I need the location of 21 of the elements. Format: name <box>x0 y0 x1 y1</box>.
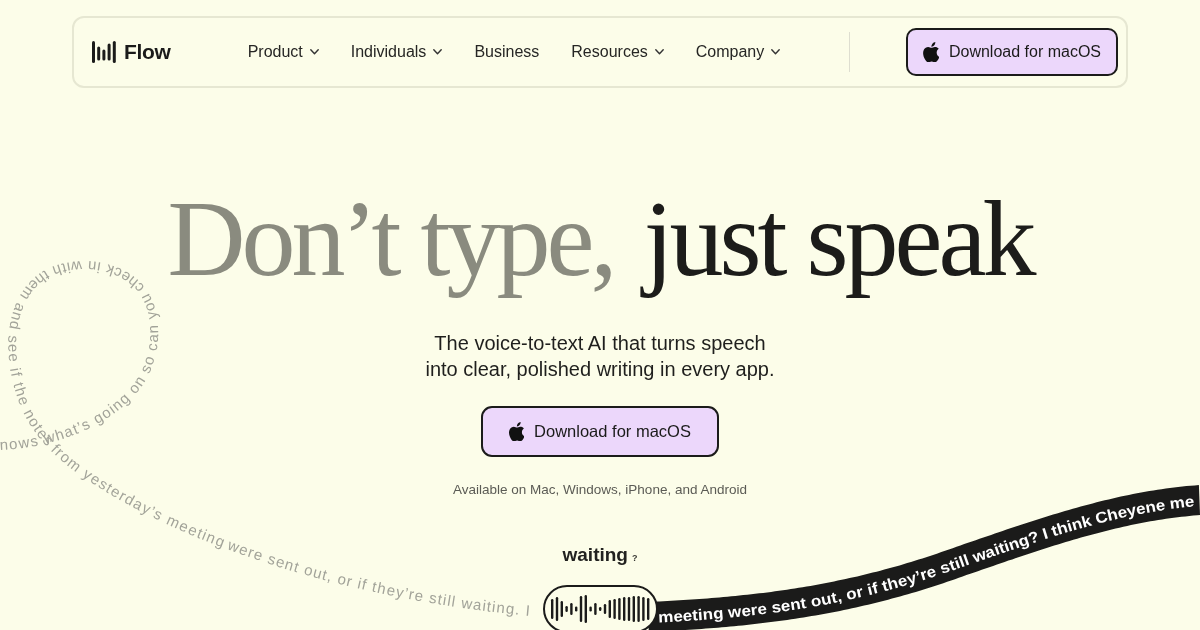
ribbon-text: I think Cheyene me <box>1040 492 1194 542</box>
bars-icon <box>92 41 116 63</box>
transcript-word: waiting <box>562 543 628 567</box>
logo-link[interactable]: Flow <box>92 40 171 64</box>
subtitle-text: The voice-to-text AI that turns speech into clear, polished writing in every app. <box>424 331 776 382</box>
download-button[interactable]: Download for macOS <box>481 406 719 457</box>
nav-link[interactable]: Product <box>247 43 319 61</box>
headline-text: Don’t type, <box>166 178 615 300</box>
nav-link[interactable]: Individuals <box>350 43 443 61</box>
headline-text: just speak <box>635 174 1041 304</box>
apple-icon <box>509 421 525 442</box>
availability-text: Available on Mac, Windows, iPhone, and Android <box>453 482 747 498</box>
waveform-icon <box>549 595 651 623</box>
nav-link[interactable]: Resources <box>571 43 664 61</box>
curved-caption-text: were sent out, or if they’re still waiting. I <box>225 535 531 619</box>
apple-icon <box>922 41 939 63</box>
nav-link[interactable]: Company <box>695 43 781 61</box>
transcript-punctuation: ? <box>631 553 638 563</box>
nav-link[interactable]: Business <box>474 43 540 61</box>
ribbon-text: meeting were sent out, <box>657 587 843 625</box>
download-button[interactable]: Download for macOS <box>905 28 1118 76</box>
